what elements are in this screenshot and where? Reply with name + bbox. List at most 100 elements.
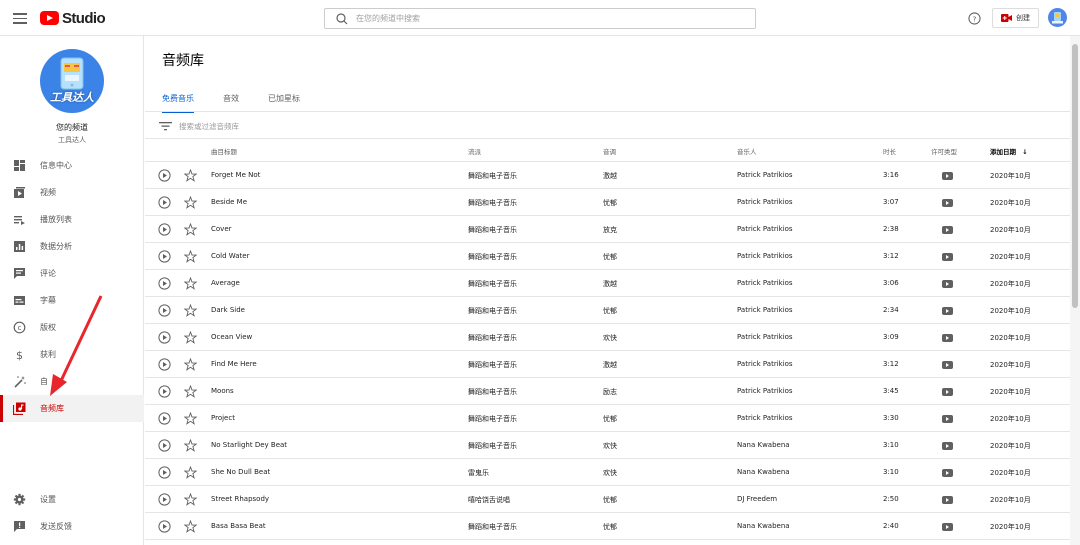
table-row[interactable]: Beside Me 舞蹈和电子音乐 忧郁 Patrick Patrikios 3:07 2… xyxy=(145,189,1070,216)
hamburger-menu-icon[interactable] xyxy=(13,10,27,26)
play-icon[interactable] xyxy=(158,250,171,263)
sidebar-item-monetization[interactable]: $ 获利 xyxy=(0,341,144,368)
play-icon[interactable] xyxy=(158,412,171,425)
youtube-license-icon[interactable] xyxy=(942,496,953,504)
track-title[interactable]: Moons xyxy=(211,387,234,395)
track-artist[interactable]: Patrick Patrikios xyxy=(737,279,793,287)
track-artist[interactable]: DJ Freedem xyxy=(737,495,777,503)
star-icon[interactable] xyxy=(184,412,197,425)
sidebar-item-customization[interactable]: 自 xyxy=(0,368,144,395)
column-header-duration[interactable]: 时长 xyxy=(883,146,896,156)
track-title[interactable]: Project xyxy=(211,414,235,422)
search-box[interactable] xyxy=(324,8,756,29)
track-title[interactable]: Street Rhapsody xyxy=(211,495,269,503)
track-artist[interactable]: Patrick Patrikios xyxy=(737,306,793,314)
column-header-title[interactable]: 曲目标题 xyxy=(211,146,237,156)
track-artist[interactable]: Patrick Patrikios xyxy=(737,198,793,206)
sidebar-item-settings[interactable]: 设置 xyxy=(0,486,144,513)
star-icon[interactable] xyxy=(184,520,197,533)
youtube-license-icon[interactable] xyxy=(942,280,953,288)
table-row[interactable]: Dark Side 舞蹈和电子音乐 忧郁 Patrick Patrikios 2:34 2… xyxy=(145,297,1070,324)
star-icon[interactable] xyxy=(184,439,197,452)
play-icon[interactable] xyxy=(158,304,171,317)
track-artist[interactable]: Nana Kwabena xyxy=(737,522,790,530)
track-title[interactable]: Find Me Here xyxy=(211,360,257,368)
star-icon[interactable] xyxy=(184,493,197,506)
table-row[interactable]: Moons 舞蹈和电子音乐 励志 Patrick Patrikios 3:45 2020年… xyxy=(145,378,1070,405)
track-title[interactable]: Dark Side xyxy=(211,306,245,314)
filter-input[interactable] xyxy=(179,119,479,133)
scrollbar-thumb[interactable] xyxy=(1072,44,1078,308)
tab-sound-effects[interactable]: 音效 xyxy=(223,93,239,111)
star-icon[interactable] xyxy=(184,304,197,317)
youtube-studio-logo[interactable]: Studio xyxy=(40,9,106,27)
star-icon[interactable] xyxy=(184,277,197,290)
star-icon[interactable] xyxy=(184,250,197,263)
table-row[interactable]: Forget Me Not 舞蹈和电子音乐 激越 Patrick Patrikios 3… xyxy=(145,162,1070,189)
track-title[interactable]: She No Dull Beat xyxy=(211,468,270,476)
table-row[interactable]: Find Me Here 舞蹈和电子音乐 激越 Patrick Patrikios 3:… xyxy=(145,351,1070,378)
column-header-license[interactable]: 许可类型 xyxy=(931,146,957,156)
youtube-license-icon[interactable] xyxy=(942,523,953,531)
star-icon[interactable] xyxy=(184,466,197,479)
column-header-mood[interactable]: 音调 xyxy=(603,146,616,156)
track-title[interactable]: No Starlight Dey Beat xyxy=(211,441,287,449)
play-icon[interactable] xyxy=(158,493,171,506)
table-row[interactable]: Cover 舞蹈和电子音乐 放克 Patrick Patrikios 2:38 2020年… xyxy=(145,216,1070,243)
table-row[interactable]: Average 舞蹈和电子音乐 激越 Patrick Patrikios 3:06 202… xyxy=(145,270,1070,297)
sidebar-item-copyright[interactable]: c 版权 xyxy=(0,314,144,341)
play-icon[interactable] xyxy=(158,331,171,344)
track-artist[interactable]: Patrick Patrikios xyxy=(737,225,793,233)
column-header-date-added[interactable]: 添加日期 ↓ xyxy=(990,146,1028,156)
sidebar-item-subtitles[interactable]: 字幕 xyxy=(0,287,144,314)
star-icon[interactable] xyxy=(184,169,197,182)
channel-avatar[interactable]: 工具达人 xyxy=(40,49,104,113)
play-icon[interactable] xyxy=(158,385,171,398)
track-title[interactable]: Average xyxy=(211,279,240,287)
track-artist[interactable]: Patrick Patrikios xyxy=(737,171,793,179)
youtube-license-icon[interactable] xyxy=(942,415,953,423)
youtube-license-icon[interactable] xyxy=(942,226,953,234)
table-row[interactable]: Basa Basa Beat 舞蹈和电子音乐 忧郁 Nana Kwabena 2:40 2… xyxy=(145,513,1070,540)
sidebar-item-audio-library[interactable]: 音频库 xyxy=(0,395,144,422)
youtube-license-icon[interactable] xyxy=(942,253,953,261)
table-row[interactable]: Ocean View 舞蹈和电子音乐 欢快 Patrick Patrikios 3:09… xyxy=(145,324,1070,351)
track-title[interactable]: Forget Me Not xyxy=(211,171,260,179)
track-artist[interactable]: Patrick Patrikios xyxy=(737,333,793,341)
help-icon[interactable]: ? xyxy=(968,12,981,25)
track-title[interactable]: Ocean View xyxy=(211,333,252,341)
play-icon[interactable] xyxy=(158,223,171,236)
table-row[interactable]: Cold Water 舞蹈和电子音乐 忧郁 Patrick Patrikios 3:12… xyxy=(145,243,1070,270)
track-title[interactable]: Beside Me xyxy=(211,198,247,206)
tab-free-music[interactable]: 免费音乐 xyxy=(162,93,194,113)
star-icon[interactable] xyxy=(184,331,197,344)
track-title[interactable]: Cover xyxy=(211,225,232,233)
sidebar-item-playlists[interactable]: 播放列表 xyxy=(0,206,144,233)
column-header-genre[interactable]: 流派 xyxy=(468,146,481,156)
sidebar-item-feedback[interactable]: 发送反馈 xyxy=(0,513,144,540)
track-artist[interactable]: Nana Kwabena xyxy=(737,468,790,476)
filter-icon[interactable] xyxy=(159,121,172,131)
search-input[interactable] xyxy=(356,14,736,23)
star-icon[interactable] xyxy=(184,196,197,209)
play-icon[interactable] xyxy=(158,169,171,182)
play-icon[interactable] xyxy=(158,277,171,290)
table-row[interactable]: No Starlight Dey Beat 舞蹈和电子音乐 欢快 Nana Kwabe… xyxy=(145,432,1070,459)
tab-starred[interactable]: 已加星标 xyxy=(268,93,300,111)
youtube-license-icon[interactable] xyxy=(942,199,953,207)
sidebar-item-comments[interactable]: 评论 xyxy=(0,260,144,287)
table-row[interactable]: She No Dull Beat 雷鬼乐 欢快 Nana Kwabena 3:10 202… xyxy=(145,459,1070,486)
track-artist[interactable]: Patrick Patrikios xyxy=(737,360,793,368)
column-header-artist[interactable]: 音乐人 xyxy=(737,146,757,156)
account-avatar[interactable] xyxy=(1048,8,1067,27)
create-button[interactable]: 创建 xyxy=(992,8,1039,28)
star-icon[interactable] xyxy=(184,385,197,398)
track-artist[interactable]: Patrick Patrikios xyxy=(737,414,793,422)
youtube-license-icon[interactable] xyxy=(942,307,953,315)
play-icon[interactable] xyxy=(158,358,171,371)
sidebar-item-analytics[interactable]: 数据分析 xyxy=(0,233,144,260)
play-icon[interactable] xyxy=(158,439,171,452)
track-artist[interactable]: Nana Kwabena xyxy=(737,441,790,449)
play-icon[interactable] xyxy=(158,196,171,209)
play-icon[interactable] xyxy=(158,466,171,479)
